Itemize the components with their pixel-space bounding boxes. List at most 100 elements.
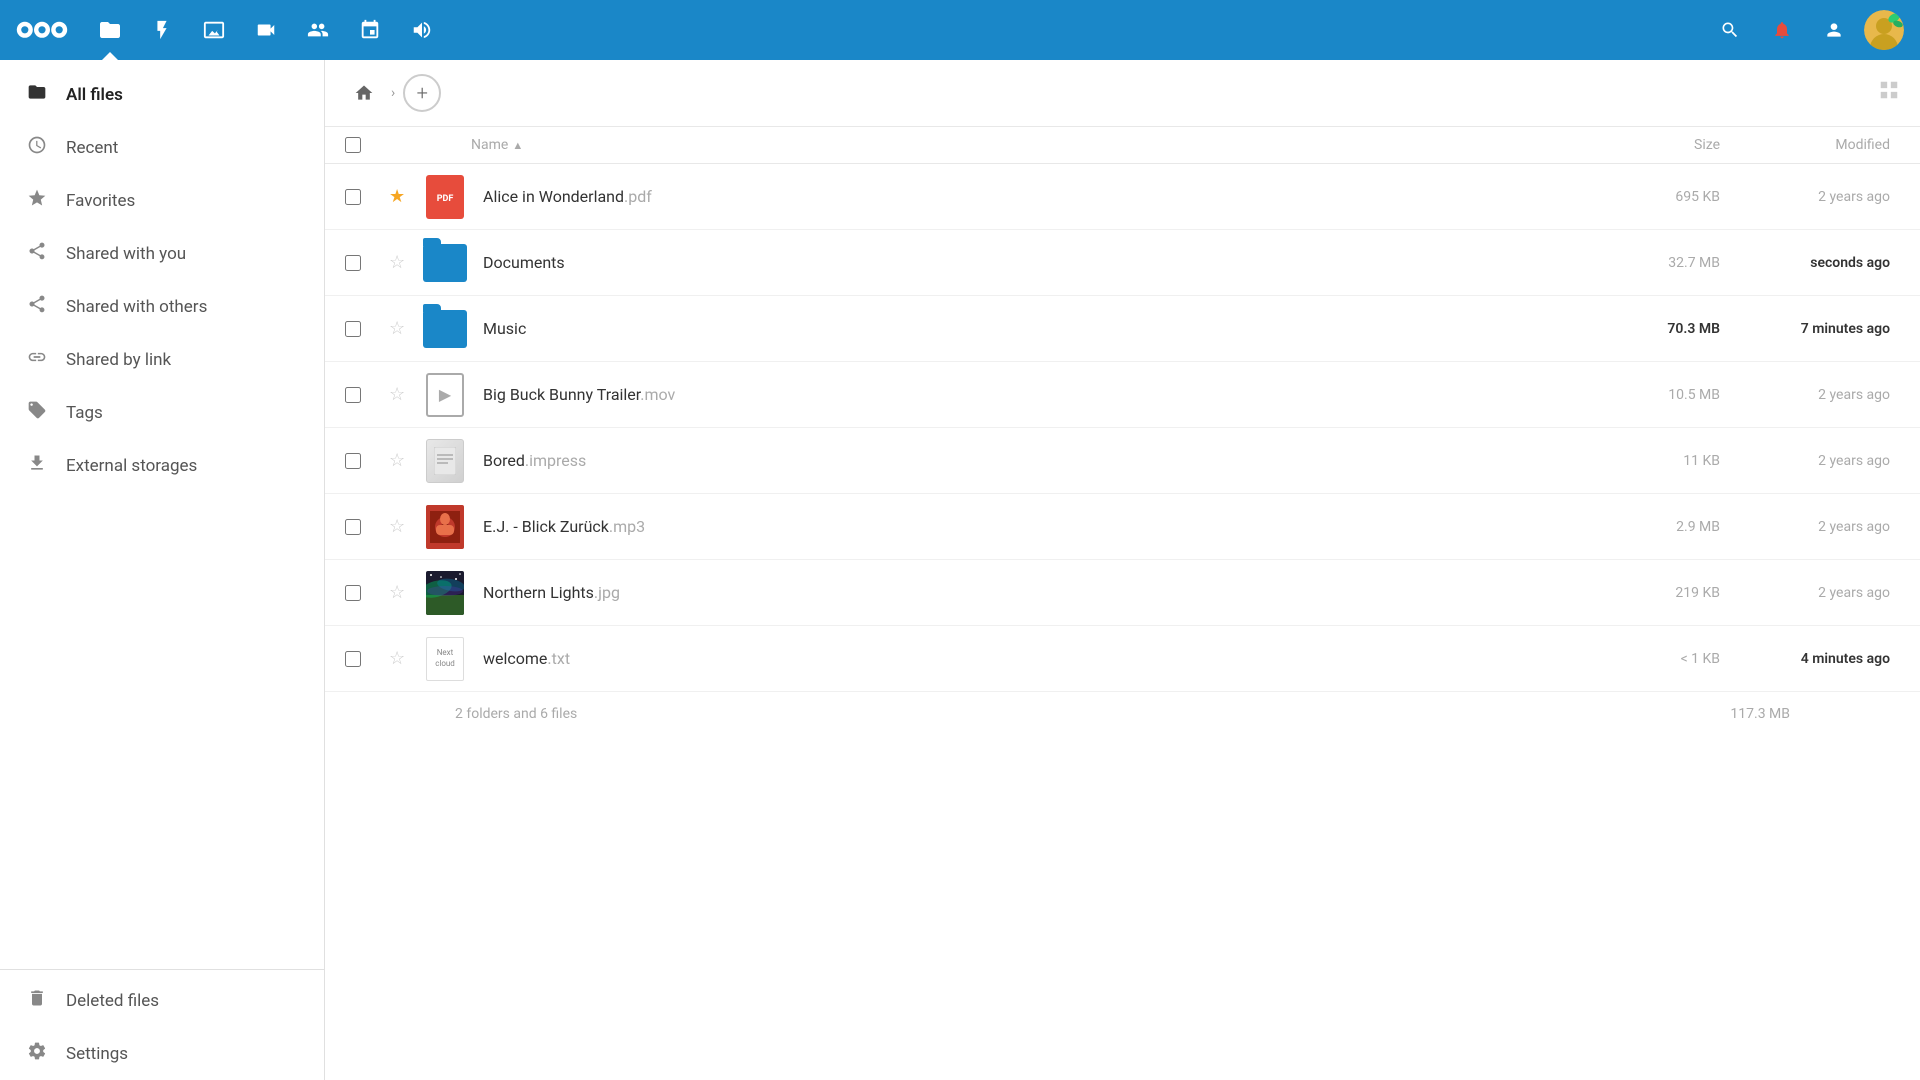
table-row[interactable]: ☆: [325, 560, 1920, 626]
sidebar-item-favorites[interactable]: Favorites: [0, 174, 324, 227]
table-row[interactable]: ☆ Music ··· 70.3 MB 7 minutes ago: [325, 296, 1920, 362]
row-checkbox[interactable]: [345, 651, 361, 667]
topnav-app-contacts[interactable]: [296, 8, 340, 52]
table-row[interactable]: ☆ Documents ··· 32.7 MB seconds ago: [325, 230, 1920, 296]
more-options-button[interactable]: ···: [1578, 512, 1600, 541]
share-button[interactable]: [1544, 313, 1570, 344]
sidebar: All files Recent Favorites Shared with y…: [0, 60, 325, 1080]
clock-icon: [24, 135, 50, 160]
file-name-documents: Documents: [471, 253, 1520, 272]
user-avatar[interactable]: [1864, 10, 1904, 50]
share-button[interactable]: [1544, 445, 1570, 476]
table-row[interactable]: ★ PDF Alice in Wonderland.pdf: [325, 164, 1920, 230]
file-icon-music: [419, 310, 471, 348]
topnav-app-audio[interactable]: [400, 8, 444, 52]
file-modified-documents: seconds ago: [1720, 255, 1900, 271]
view-toggle-button[interactable]: [1878, 79, 1900, 107]
star-icon: [24, 188, 50, 213]
share-button[interactable]: [1544, 511, 1570, 542]
star-button[interactable]: ☆: [389, 252, 405, 273]
svg-text:PDF: PDF: [437, 194, 454, 204]
star-button[interactable]: ☆: [389, 582, 405, 603]
file-icon-bored: [419, 439, 471, 483]
notifications-button[interactable]: [1760, 8, 1804, 52]
file-table: Name ▲ Size Modified ★: [325, 127, 1920, 1080]
file-size-northern: 219 KB: [1600, 585, 1720, 601]
file-modified-ej: 2 years ago: [1720, 519, 1900, 535]
breadcrumb-separator: ›: [391, 85, 395, 101]
file-name-bored: Bored.impress: [471, 451, 1520, 470]
row-checkbox[interactable]: [345, 321, 361, 337]
file-name-alice: Alice in Wonderland.pdf: [471, 187, 1520, 206]
file-size-bigbuck: 10.5 MB: [1600, 387, 1720, 403]
row-checkbox[interactable]: [345, 585, 361, 601]
logo[interactable]: [16, 14, 68, 46]
more-options-button[interactable]: ···: [1578, 446, 1600, 475]
topnav-app-calendar[interactable]: [348, 8, 392, 52]
file-size-documents: 32.7 MB: [1600, 255, 1720, 271]
sidebar-label-favorites: Favorites: [66, 191, 135, 211]
file-icon-northern: [419, 571, 471, 615]
star-button[interactable]: ☆: [389, 384, 405, 405]
file-modified-bigbuck: 2 years ago: [1720, 387, 1900, 403]
table-row[interactable]: ☆ E.J. - B: [325, 494, 1920, 560]
star-button[interactable]: ☆: [389, 318, 405, 339]
file-icon-bigbuck: ▶: [419, 373, 471, 417]
file-size-bored: 11 KB: [1600, 453, 1720, 469]
share-button[interactable]: [1544, 577, 1570, 608]
share-button[interactable]: [1544, 247, 1570, 278]
select-all-checkbox[interactable]: [345, 137, 361, 153]
external-storage-icon: [24, 453, 50, 478]
share-button[interactable]: [1544, 643, 1570, 674]
row-checkbox[interactable]: [345, 255, 361, 271]
more-options-button[interactable]: ···: [1578, 182, 1600, 211]
sidebar-item-all-files[interactable]: All files: [0, 68, 324, 121]
sidebar-label-shared-with-you: Shared with you: [66, 244, 186, 264]
star-button[interactable]: ★: [389, 186, 405, 207]
sidebar-item-deleted-files[interactable]: Deleted files: [0, 974, 324, 1027]
table-row[interactable]: ☆ Nextcloud welcome.txt ··· < 1 KB 4 min…: [325, 626, 1920, 692]
row-checkbox[interactable]: [345, 519, 361, 535]
topnav-app-video[interactable]: [244, 8, 288, 52]
star-button[interactable]: ☆: [389, 516, 405, 537]
sidebar-label-shared-by-link: Shared by link: [66, 350, 171, 370]
star-button[interactable]: ☆: [389, 648, 405, 669]
search-button[interactable]: [1708, 8, 1752, 52]
sidebar-item-shared-by-link[interactable]: Shared by link: [0, 333, 324, 386]
more-options-button[interactable]: ···: [1578, 314, 1600, 343]
more-options-button[interactable]: ···: [1578, 578, 1600, 607]
folder-icon: [24, 82, 50, 107]
sidebar-item-shared-with-you[interactable]: Shared with you: [0, 227, 324, 280]
column-modified: Modified: [1720, 137, 1900, 153]
sidebar-label-recent: Recent: [66, 138, 118, 158]
table-row[interactable]: ☆ ▶ Big Buck Bunny Trailer.mov ··· 10.5 …: [325, 362, 1920, 428]
share-button[interactable]: [1544, 379, 1570, 410]
new-file-button[interactable]: +: [403, 74, 441, 112]
home-button[interactable]: [345, 74, 383, 112]
file-name-music: Music: [471, 319, 1520, 338]
table-footer: 2 folders and 6 files 117.3 MB: [325, 692, 1920, 736]
more-options-button[interactable]: ···: [1578, 248, 1600, 277]
link-icon: [24, 347, 50, 372]
user-menu-button[interactable]: [1812, 8, 1856, 52]
sidebar-item-settings[interactable]: Settings: [0, 1027, 324, 1080]
content-area: › + Name ▲ Size: [325, 60, 1920, 1080]
star-button[interactable]: ☆: [389, 450, 405, 471]
sidebar-item-recent[interactable]: Recent: [0, 121, 324, 174]
sidebar-item-tags[interactable]: Tags: [0, 386, 324, 439]
topnav-app-gallery[interactable]: [192, 8, 236, 52]
more-options-button[interactable]: ···: [1578, 644, 1600, 673]
row-checkbox[interactable]: [345, 387, 361, 403]
sidebar-item-external-storages[interactable]: External storages: [0, 439, 324, 492]
column-name[interactable]: Name ▲: [471, 137, 1520, 153]
row-checkbox[interactable]: [345, 453, 361, 469]
topnav-app-activity[interactable]: [140, 8, 184, 52]
sidebar-item-shared-with-others[interactable]: Shared with others: [0, 280, 324, 333]
file-name-welcome: welcome.txt: [471, 649, 1520, 668]
topnav-app-files[interactable]: [88, 8, 132, 52]
file-name-northern: Northern Lights.jpg: [471, 583, 1520, 602]
share-button[interactable]: [1544, 181, 1570, 212]
row-checkbox[interactable]: [345, 189, 361, 205]
table-row[interactable]: ☆ Bored.impress: [325, 428, 1920, 494]
more-options-button[interactable]: ···: [1578, 380, 1600, 409]
